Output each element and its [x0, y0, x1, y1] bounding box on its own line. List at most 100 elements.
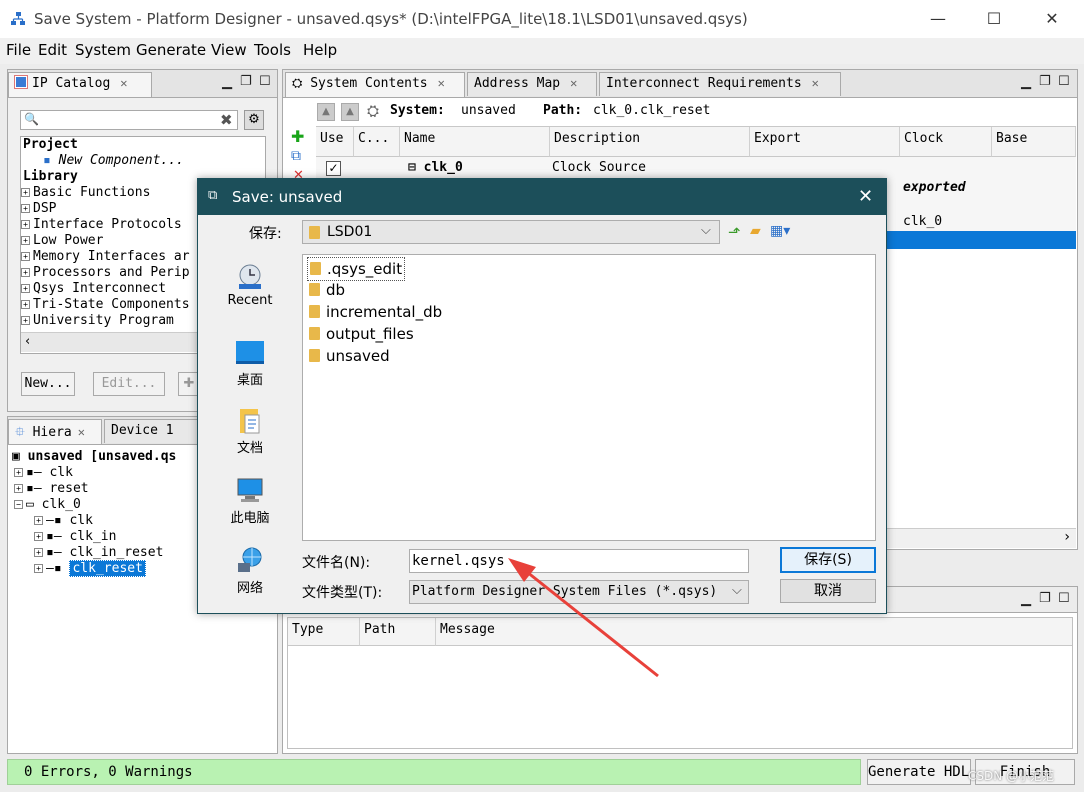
minimize-panel-icon[interactable]: ▁ — [222, 75, 232, 90]
menu-generate[interactable]: Generate — [136, 41, 206, 59]
place-recent[interactable]: Recent — [205, 263, 295, 308]
list-item[interactable]: .qsys_edit — [307, 257, 406, 281]
float-panel-icon[interactable]: ❐ — [1039, 591, 1051, 606]
expand-icon[interactable]: + — [34, 564, 43, 573]
menu-file[interactable]: File — [6, 41, 31, 59]
expand-icon[interactable]: + — [34, 532, 43, 541]
collapse-icon[interactable]: − — [14, 500, 23, 509]
column-clock[interactable]: Clock — [900, 127, 992, 157]
save-button[interactable]: 保存(S) — [780, 547, 876, 573]
close-tab-icon[interactable]: ✕ — [78, 425, 85, 439]
horizontal-scrollbar[interactable]: ‹ — [21, 332, 201, 352]
column-export[interactable]: Export — [750, 127, 900, 157]
column-base[interactable]: Base — [992, 127, 1076, 157]
collapse-icon[interactable]: ⊟ — [408, 160, 416, 175]
list-item[interactable]: incremental_db — [309, 301, 442, 323]
expand-icon[interactable]: + — [34, 548, 43, 557]
column-name[interactable]: Name — [400, 127, 550, 157]
menu-help[interactable]: Help — [303, 41, 337, 59]
clear-search-icon[interactable]: ✖ — [220, 111, 233, 129]
maximize-panel-icon[interactable]: ☐ — [259, 74, 271, 89]
folder-icon — [309, 349, 320, 362]
add-component-icon[interactable]: ⧉ — [291, 148, 301, 164]
column-connections[interactable]: C... — [354, 127, 400, 157]
expand-icon[interactable]: + — [21, 268, 30, 277]
menu-edit[interactable]: Edit — [38, 41, 67, 59]
add-icon[interactable]: ✚ — [291, 127, 304, 146]
expand-icon[interactable]: + — [21, 284, 30, 293]
close-tab-icon[interactable]: ✕ — [120, 76, 127, 90]
column-use[interactable]: Use — [316, 127, 354, 157]
tab-ip-catalog[interactable]: IP Catalog ✕ — [8, 72, 152, 97]
tab-system-contents[interactable]: ⛭ System Contents ✕ — [285, 72, 465, 97]
column-description[interactable]: Description — [550, 127, 750, 157]
expand-icon[interactable]: + — [21, 252, 30, 261]
minimize-panel-icon[interactable]: ▁ — [1021, 592, 1031, 607]
system-contents-icon: ⛭ — [292, 76, 303, 91]
column-path[interactable]: Path — [360, 618, 436, 646]
close-dialog-icon[interactable]: ✕ — [858, 186, 873, 207]
component-description: Clock Source — [552, 160, 646, 175]
scroll-right-icon[interactable]: › — [1064, 529, 1070, 545]
new-component-item[interactable]: ▪ New Component... — [21, 153, 265, 169]
place-network[interactable]: 网络 — [205, 547, 295, 596]
tab-hierarchy[interactable]: ⯐ Hiera ✕ — [8, 419, 102, 444]
float-panel-icon[interactable]: ❐ — [1039, 74, 1051, 89]
new-button[interactable]: New... — [21, 372, 75, 396]
list-item[interactable]: db — [309, 279, 345, 301]
expand-icon[interactable]: + — [21, 188, 30, 197]
scroll-left-icon[interactable]: ‹ — [25, 334, 30, 349]
search-input[interactable]: 🔍 — [20, 110, 238, 130]
filename-input[interactable] — [409, 549, 749, 573]
expand-icon[interactable]: + — [14, 468, 23, 477]
list-item[interactable]: unsaved — [309, 345, 390, 367]
list-item[interactable]: output_files — [309, 323, 414, 345]
maximize-button[interactable]: ☐ — [982, 8, 1006, 30]
expand-icon[interactable]: + — [21, 316, 30, 325]
filetype-select[interactable]: Platform Designer System Files (*.qsys) … — [409, 580, 749, 604]
menu-tools[interactable]: Tools — [254, 41, 291, 59]
tab-address-map[interactable]: Address Map ✕ — [467, 72, 597, 96]
gear-icon[interactable]: ⚙ — [244, 110, 264, 130]
column-message[interactable]: Message — [436, 618, 1072, 646]
minimize-button[interactable]: — — [926, 8, 950, 30]
cancel-button[interactable]: 取消 — [780, 579, 876, 603]
tab-device[interactable]: Device 1 — [104, 419, 200, 443]
tab-interconnect-requirements[interactable]: Interconnect Requirements ✕ — [599, 72, 841, 96]
close-button[interactable]: ✕ — [1040, 8, 1064, 30]
maximize-panel-icon[interactable]: ☐ — [1058, 74, 1070, 89]
selected-item[interactable]: clk_reset — [69, 560, 146, 577]
expand-icon[interactable]: + — [21, 236, 30, 245]
expand-icon[interactable]: + — [21, 300, 30, 309]
generate-hdl-button[interactable]: Generate HDL... — [867, 759, 971, 785]
project-label: Project — [23, 137, 78, 152]
clock-exported: exported — [903, 180, 966, 195]
menu-system[interactable]: System — [75, 41, 131, 59]
column-type[interactable]: Type — [288, 618, 360, 646]
save-in-select[interactable]: LSD01 ⌵ — [302, 220, 720, 244]
close-tab-icon[interactable]: ✕ — [438, 76, 445, 90]
menu-view[interactable]: View — [211, 41, 247, 59]
place-documents[interactable]: 文档 — [205, 407, 295, 456]
system-icon: ▣ — [12, 449, 20, 464]
maximize-panel-icon[interactable]: ☐ — [1058, 591, 1070, 606]
use-checkbox[interactable]: ✓ — [326, 161, 341, 176]
float-panel-icon[interactable]: ❐ — [240, 74, 252, 89]
expand-icon[interactable]: + — [14, 484, 23, 493]
expand-icon[interactable]: + — [21, 220, 30, 229]
up-folder-icon[interactable]: ⬏ — [728, 223, 741, 241]
expand-icon[interactable]: + — [21, 204, 30, 213]
expand-icon[interactable]: + — [34, 516, 43, 525]
edit-button[interactable]: Edit... — [93, 372, 165, 396]
component-name[interactable]: ⊟ clk_0 — [408, 160, 463, 175]
place-desktop[interactable]: 桌面 — [205, 339, 295, 388]
new-folder-icon[interactable]: ▰ — [750, 223, 761, 239]
minimize-panel-icon[interactable]: ▁ — [1021, 75, 1031, 90]
window-title: Save System - Platform Designer - unsave… — [34, 10, 748, 28]
close-tab-icon[interactable]: ✕ — [812, 76, 819, 90]
view-menu-icon[interactable]: ▦▾ — [770, 223, 790, 239]
close-tab-icon[interactable]: ✕ — [570, 76, 577, 90]
move-down-icon[interactable]: ▲ — [341, 103, 359, 121]
move-up-icon[interactable]: ▲ — [317, 103, 335, 121]
place-this-pc[interactable]: 此电脑 — [205, 477, 295, 526]
